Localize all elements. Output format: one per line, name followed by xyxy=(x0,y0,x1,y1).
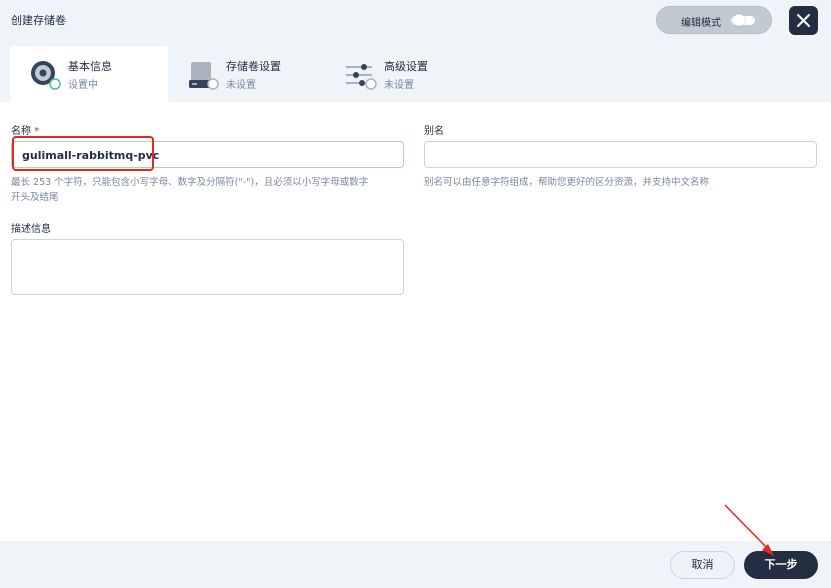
alias-hint: 别名可以由任意字符组成，帮助您更好的区分资源，并支持中文名称 xyxy=(424,177,710,188)
step-tabs: 基本信息 设置中 存储卷设置 未设置 高级设置 未设置 xyxy=(0,46,831,102)
toggle-switch[interactable] xyxy=(731,14,755,26)
sliders-icon xyxy=(346,64,377,90)
step-status: 设置中 xyxy=(68,80,98,91)
name-hint-line2: 开头及结尾 xyxy=(11,192,59,203)
annotation-highlight-box xyxy=(12,136,154,171)
name-label: 名称 * xyxy=(11,122,39,137)
description-textarea[interactable] xyxy=(11,239,404,295)
name-hint-line1: 最长 253 个字符，只能包含小写字母、数字及分隔符("-")，且必须以小写字母… xyxy=(11,177,369,188)
step-basic-info[interactable]: 基本信息 设置中 xyxy=(10,46,168,102)
step-name: 基本信息 xyxy=(68,60,112,73)
disk-icon xyxy=(31,61,61,90)
step-name: 高级设置 xyxy=(384,60,428,73)
step-name: 存储卷设置 xyxy=(226,60,281,73)
step-status: 未设置 xyxy=(384,80,414,91)
alias-label: 别名 xyxy=(424,126,444,137)
alias-input[interactable] xyxy=(424,141,817,168)
dialog-footer: 取消 下一步 xyxy=(0,541,831,588)
edit-mode-label: 编辑模式 xyxy=(681,18,721,29)
step-advanced-settings[interactable]: 高级设置 未设置 xyxy=(326,46,484,102)
step-volume-settings[interactable]: 存储卷设置 未设置 xyxy=(168,46,326,102)
dialog-header: 创建存储卷 编辑模式 xyxy=(0,0,831,46)
close-icon xyxy=(797,14,810,27)
name-hint: 最长 253 个字符，只能包含小写字母、数字及分隔符("-")，且必须以小写字母… xyxy=(11,175,406,205)
close-button[interactable] xyxy=(789,6,818,35)
edit-mode-toggle[interactable]: 编辑模式 xyxy=(656,6,772,34)
toggle-knob xyxy=(733,14,745,26)
cancel-button[interactable]: 取消 xyxy=(670,551,735,579)
description-label: 描述信息 xyxy=(11,224,51,235)
dialog-title: 创建存储卷 xyxy=(11,14,66,27)
step-status: 未设置 xyxy=(226,80,256,91)
next-step-button[interactable]: 下一步 xyxy=(744,551,818,579)
storage-drive-icon xyxy=(189,62,219,90)
